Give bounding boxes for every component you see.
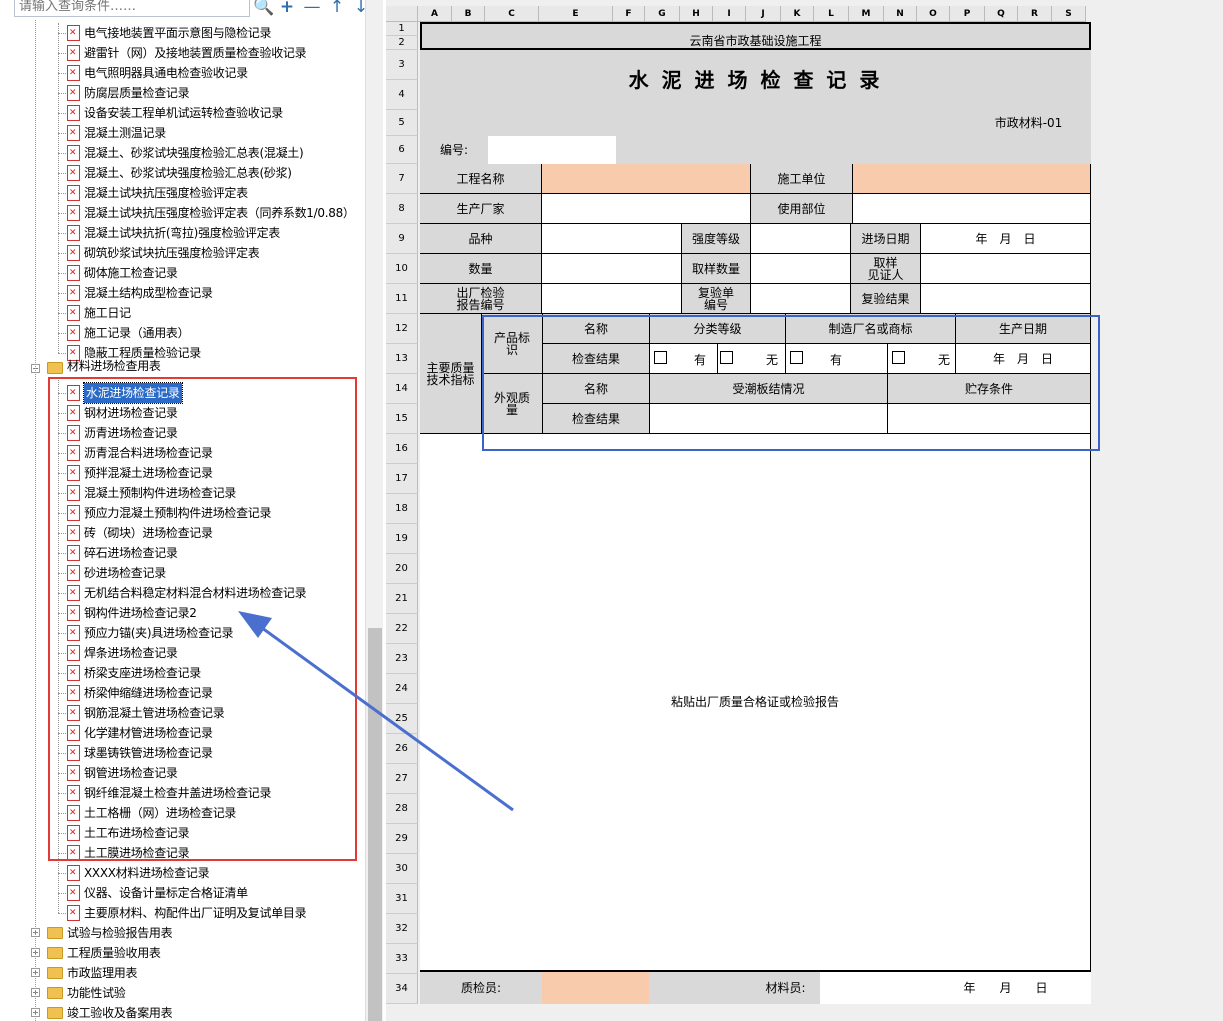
arrow-annotation (238, 611, 514, 812)
arrow-shaft (257, 623, 514, 812)
arrow-head (238, 611, 272, 638)
